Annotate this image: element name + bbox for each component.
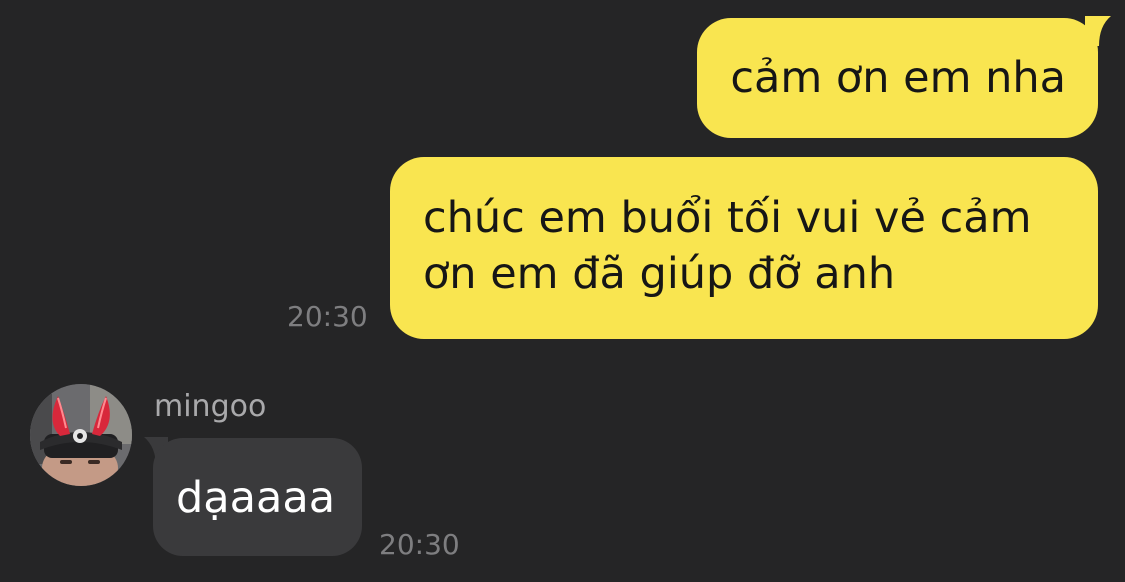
incoming-message-bubble[interactable]: dạaaaa (153, 438, 362, 556)
chat-thread: cảm ơn em nha 20:30 chúc em buổi tối vui… (0, 0, 1125, 582)
message-text: chúc em buổi tối vui vẻ cảm ơn em đã giú… (423, 193, 1032, 299)
sender-name: mingoo (154, 389, 267, 424)
message-timestamp: 20:30 (287, 300, 368, 333)
avatar-devil-horns-icon (30, 384, 132, 486)
message-text: dạaaaa (176, 473, 336, 523)
message-text: cảm ơn em nha (730, 53, 1066, 103)
avatar[interactable] (30, 384, 132, 486)
outgoing-message-bubble[interactable]: cảm ơn em nha (697, 18, 1098, 138)
message-timestamp: 20:30 (379, 528, 460, 561)
outgoing-message-bubble[interactable]: chúc em buổi tối vui vẻ cảm ơn em đã giú… (390, 157, 1098, 339)
